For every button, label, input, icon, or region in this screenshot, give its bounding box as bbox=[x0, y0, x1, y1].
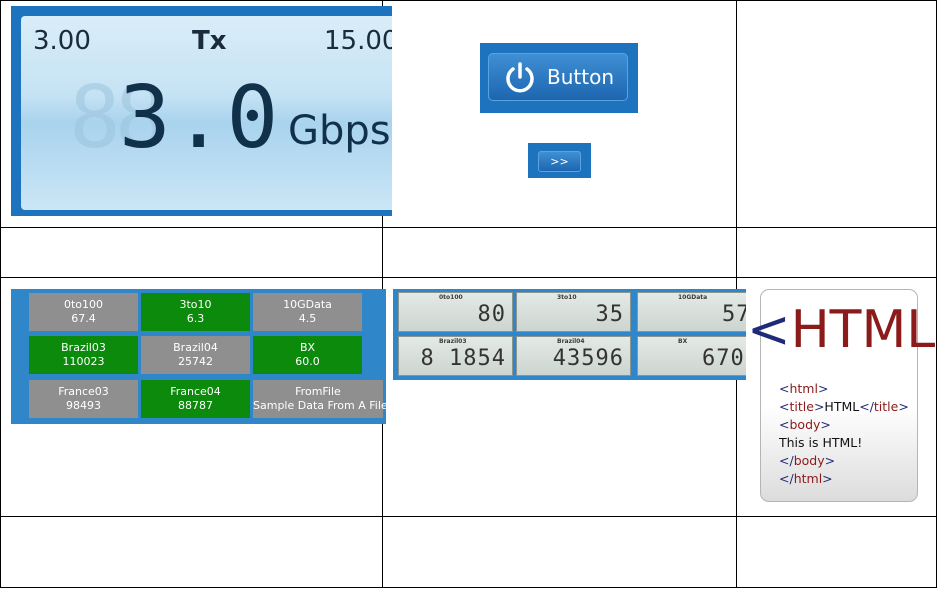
tile-name: FromFile bbox=[295, 385, 341, 398]
code-line: </html> bbox=[779, 470, 909, 488]
code-text: This is HTML! bbox=[779, 435, 863, 450]
code-bracket: > bbox=[898, 399, 909, 414]
next-button[interactable]: >> bbox=[538, 151, 581, 172]
lcd-0to100: 0to100 80 bbox=[398, 292, 513, 332]
lcd-display-panel: 0to100 80 3to10 35 10GData 57 Brazil03 8… bbox=[393, 289, 746, 380]
gauge-max: 15.00 bbox=[324, 26, 392, 56]
gauge-min: 3.00 bbox=[33, 26, 91, 56]
lcd-value: 8 1854 bbox=[420, 346, 506, 371]
tile-value: Sample Data From A File bbox=[253, 399, 388, 412]
code-bracket: < bbox=[779, 381, 790, 396]
code-line: <body> bbox=[779, 416, 909, 434]
lcd-bx: BX 670 bbox=[637, 336, 746, 376]
tile-name: 0to100 bbox=[63, 298, 104, 311]
tile-name: BX bbox=[299, 341, 316, 354]
tile-france03[interactable]: France03 98493 bbox=[29, 380, 138, 418]
lcd-3to10: 3to10 35 bbox=[516, 292, 631, 332]
tile-name: 3to10 bbox=[179, 298, 212, 311]
lcd-value: 80 bbox=[477, 302, 506, 327]
code-bracket: > bbox=[822, 471, 833, 486]
html-code-sample: <html> <title>HTML</title> <body> This i… bbox=[779, 380, 909, 488]
tile-value: 25742 bbox=[178, 355, 213, 368]
gauge-face: 3.00 Tx 15.00 88 3.0 Gbps bbox=[21, 16, 392, 210]
lcd-brazil03: Brazil03 8 1854 bbox=[398, 336, 513, 376]
tile-value: 60.0 bbox=[295, 355, 320, 368]
tile-name: Brazil03 bbox=[61, 341, 106, 354]
code-line: <html> bbox=[779, 380, 909, 398]
tile-brazil04[interactable]: Brazil04 25742 bbox=[141, 336, 250, 374]
tile-value: 110023 bbox=[62, 355, 105, 368]
lcd-brazil04: Brazil04 43596 bbox=[516, 336, 631, 376]
tile-value: 88787 bbox=[178, 399, 213, 412]
tile-name: France03 bbox=[58, 385, 109, 398]
grid-line bbox=[936, 0, 937, 588]
gauge-value: 3.0 bbox=[119, 68, 281, 168]
grid-line bbox=[0, 0, 1, 588]
lcd-name: 3to10 bbox=[557, 294, 577, 301]
lcd-value: 35 bbox=[595, 302, 624, 327]
angle-close: > bbox=[935, 300, 940, 360]
code-line: <title>HTML</title> bbox=[779, 398, 909, 416]
gauge-title: Tx bbox=[192, 26, 227, 56]
lcd-value: 43596 bbox=[552, 346, 624, 371]
html-logo-title: <HTML> bbox=[747, 300, 940, 360]
power-button[interactable]: Button bbox=[488, 53, 628, 101]
tile-name: Brazil04 bbox=[173, 341, 218, 354]
status-tile-panel: 0to100 67.4 3to10 6.3 10GData 4.5 Brazil… bbox=[11, 289, 388, 424]
tile-0to100[interactable]: 0to100 67.4 bbox=[29, 293, 138, 331]
tile-10gdata[interactable]: 10GData 4.5 bbox=[253, 293, 362, 331]
power-button-label: Button bbox=[547, 65, 614, 89]
lcd-value: 670 bbox=[702, 346, 745, 371]
tile-fromfile[interactable]: FromFile Sample Data From A File bbox=[253, 380, 388, 418]
tile-value: 67.4 bbox=[71, 312, 96, 325]
lcd-value: 57 bbox=[722, 302, 746, 327]
tile-value: 98493 bbox=[66, 399, 101, 412]
code-line: </body> bbox=[779, 452, 909, 470]
grid-line bbox=[0, 516, 937, 517]
code-text: HTML bbox=[824, 399, 860, 414]
code-bracket: < bbox=[779, 417, 790, 432]
code-tag: title bbox=[873, 399, 899, 414]
power-icon bbox=[506, 62, 534, 93]
lcd-name: Brazil03 bbox=[439, 338, 467, 345]
code-line: This is HTML! bbox=[779, 434, 909, 452]
tile-bx[interactable]: BX 60.0 bbox=[253, 336, 362, 374]
lcd-name: 10GData bbox=[678, 294, 708, 301]
tile-brazil03[interactable]: Brazil03 110023 bbox=[29, 336, 138, 374]
code-bracket: > bbox=[817, 381, 829, 396]
tile-3to10[interactable]: 3to10 6.3 bbox=[141, 293, 250, 331]
code-bracket: </ bbox=[779, 471, 794, 486]
tile-value: 6.3 bbox=[186, 312, 205, 325]
tile-name: 10GData bbox=[283, 298, 332, 311]
gauge-unit: Gbps bbox=[288, 108, 391, 154]
code-bracket: > bbox=[824, 453, 836, 468]
code-bracket: </ bbox=[859, 399, 874, 414]
grid-line bbox=[0, 587, 937, 588]
code-tag: body bbox=[789, 417, 821, 432]
lcd-name: BX bbox=[678, 338, 688, 345]
grid-line bbox=[0, 0, 937, 1]
grid-line bbox=[0, 277, 937, 278]
code-tag: html bbox=[793, 471, 823, 486]
lcd-10gdata: 10GData 57 bbox=[637, 292, 746, 332]
angle-open: < bbox=[747, 300, 791, 360]
code-tag: title bbox=[789, 399, 814, 414]
html-logo-card: <HTML> <html> <title>HTML</title> <body>… bbox=[747, 289, 940, 502]
next-button-frame: >> bbox=[528, 143, 591, 178]
tile-name: France04 bbox=[170, 385, 221, 398]
grid-line bbox=[0, 227, 937, 228]
power-button-frame: Button bbox=[480, 43, 638, 113]
tile-value: 4.5 bbox=[298, 312, 317, 325]
code-tag: html bbox=[789, 381, 818, 396]
tx-gauge: 3.00 Tx 15.00 88 3.0 Gbps bbox=[11, 6, 392, 216]
html-word: HTML bbox=[790, 300, 936, 360]
code-bracket: > bbox=[820, 417, 831, 432]
code-bracket: </ bbox=[779, 453, 794, 468]
tile-france04[interactable]: France04 88787 bbox=[141, 380, 250, 418]
code-bracket: > bbox=[813, 399, 825, 414]
code-bracket: < bbox=[779, 399, 790, 414]
lcd-name: Brazil04 bbox=[557, 338, 585, 345]
lcd-name: 0to100 bbox=[439, 294, 463, 301]
code-tag: body bbox=[793, 453, 825, 468]
